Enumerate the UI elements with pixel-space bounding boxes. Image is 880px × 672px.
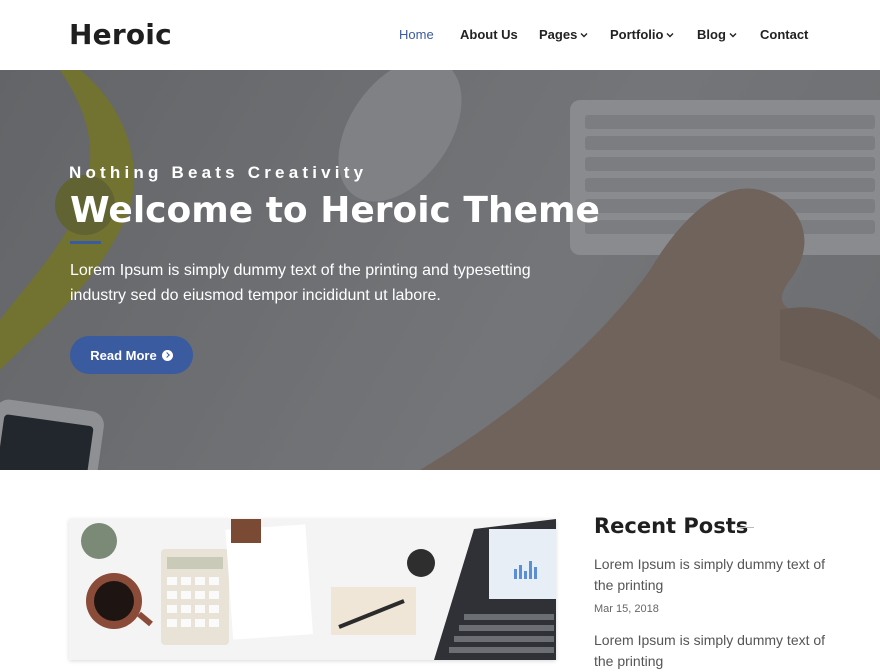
hero-tagline: Nothing Beats Creativity <box>69 163 368 182</box>
recent-post-date: Mar 15, 2018 <box>594 603 659 615</box>
nav-item-blog-label: Blog <box>697 27 726 42</box>
heading-divider <box>736 527 754 528</box>
hero-banner: Nothing Beats Creativity Welcome to Hero… <box>0 70 880 470</box>
title-underline <box>70 241 101 244</box>
read-more-button[interactable]: Read More <box>70 336 193 374</box>
main-nav: Home About Us Pages Portfolio Blog Conta… <box>0 0 880 70</box>
nav-item-home[interactable]: Home <box>399 27 434 42</box>
circle-arrow-right-icon <box>161 349 173 361</box>
recent-post-link[interactable]: Lorem Ipsum is simply dummy text of the … <box>594 630 834 672</box>
desk-workspace-image <box>69 519 556 660</box>
nav-item-contact[interactable]: Contact <box>760 27 808 42</box>
nav-item-pages[interactable]: Pages <box>539 27 588 42</box>
nav-item-pages-label: Pages <box>539 27 578 42</box>
hero-title: Welcome to Heroic Theme <box>70 190 600 231</box>
nav-item-portfolio-label: Portfolio <box>610 27 664 42</box>
chevron-down-icon <box>729 32 737 38</box>
recent-post-link[interactable]: Lorem Ipsum is simply dummy text of the … <box>594 554 834 596</box>
nav-item-about[interactable]: About Us <box>460 27 518 42</box>
read-more-label: Read More <box>90 347 157 363</box>
recent-posts-heading: Recent Posts <box>594 514 749 538</box>
site-header: Heroic Home About Us Pages Portfolio Blo… <box>0 0 880 70</box>
nav-item-blog[interactable]: Blog <box>697 27 737 42</box>
chevron-down-icon <box>666 32 674 38</box>
chevron-down-icon <box>580 32 588 38</box>
nav-item-portfolio[interactable]: Portfolio <box>610 27 674 42</box>
post-featured-image[interactable] <box>69 519 556 660</box>
hero-description: Lorem Ipsum is simply dummy text of the … <box>70 262 531 304</box>
